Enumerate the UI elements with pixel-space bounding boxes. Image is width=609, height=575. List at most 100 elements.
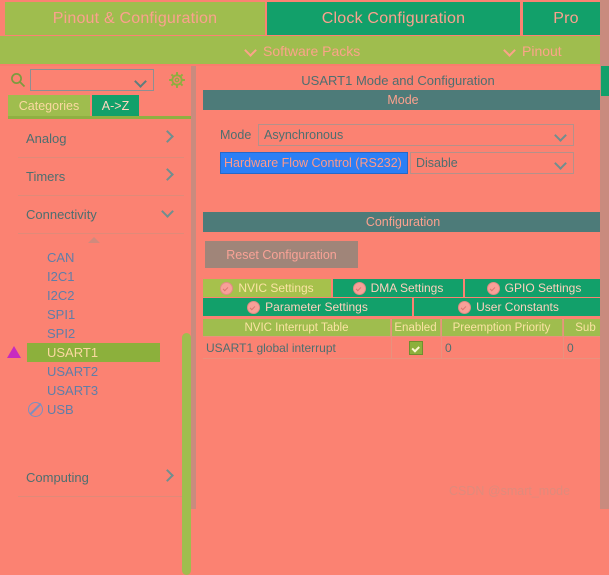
sidebar-divider[interactable] [191,66,196,509]
chevron-down-icon[interactable] [556,130,567,141]
column-label: Enabled [394,321,437,334]
peripheral-label: USART1 [47,345,99,360]
enabled-checkbox[interactable] [409,341,423,355]
cubemx-window: Pinout & Configuration Clock Configurati… [0,0,609,575]
tab-clock-configuration[interactable]: Clock Configuration [267,2,520,35]
check-circle-icon [220,281,234,295]
list-item[interactable]: USART3 [0,381,196,400]
table-row[interactable]: USART1 global interrupt [206,339,391,357]
sidebar-group-connectivity[interactable]: Connectivity [18,196,184,234]
nvic-table: NVIC Interrupt Table Enabled Preemption … [198,319,609,364]
sidebar-scrollbar[interactable] [182,333,191,575]
section-header-configuration: Configuration [203,212,603,232]
warning-triangle-icon [7,346,21,358]
category-tab-row: Categories A->Z [0,95,196,117]
sidebar-item-usart1[interactable]: USART1 [7,343,160,362]
tab-label: User Constants [476,300,559,314]
check-circle-icon [247,300,261,314]
list-item[interactable]: I2C1 [0,267,196,286]
peripheral-label: CAN [47,250,75,265]
table-header-interrupt[interactable]: NVIC Interrupt Table [203,319,391,336]
tab-label: Clock Configuration [321,9,466,27]
tab-label: DMA Settings [370,281,444,295]
category-tab-underline [8,116,196,119]
chevron-down-icon[interactable] [556,158,567,169]
gear-icon[interactable] [168,71,186,89]
section-label: Mode [387,93,419,107]
config-tab-row-1: NVIC Settings DMA Settings GPIO Settings [203,279,603,297]
sidebar-group-timers[interactable]: Timers [18,158,184,196]
list-item[interactable]: SPI2 [0,324,196,343]
watermark: CSDN @smart_mode [449,484,571,498]
tab-gpio-settings[interactable]: GPIO Settings [465,279,603,297]
sub-priority-value[interactable]: 0 [567,339,574,357]
check-circle-icon [458,300,472,314]
tab-label: NVIC Settings [238,281,314,295]
list-item[interactable]: CAN [0,248,196,267]
section-header-mode: Mode [203,90,603,110]
scroll-up-indicator[interactable] [0,234,196,248]
chevron-right-icon [162,131,174,143]
check-circle-icon [486,281,500,295]
menu-software-packs[interactable]: Software Packs [246,36,360,65]
group-label: Connectivity [26,207,97,222]
interrupt-name: USART1 global interrupt [206,341,336,355]
list-item[interactable]: USART2 [0,362,196,381]
flow-control-label[interactable]: Hardware Flow Control (RS232) [220,152,408,174]
search-combobox[interactable] [30,69,154,91]
mode-value: Asynchronous [264,128,344,142]
tab-a-to-z[interactable]: A->Z [92,95,139,117]
sidebar-group-analog[interactable]: Analog [18,120,184,158]
tab-categories[interactable]: Categories [8,95,90,117]
tab-label: Categories [18,99,80,113]
list-item[interactable]: I2C2 [0,286,196,305]
preemption-priority-value[interactable]: 0 [445,339,452,357]
not-allowed-icon [28,402,43,417]
column-label: Sub [575,321,596,334]
search-row [0,66,196,94]
group-label: Computing [26,470,89,485]
chevron-down-icon [505,45,516,56]
chevron-down-icon [162,207,174,219]
peripheral-label: USART2 [47,364,99,379]
sidebar: Categories A->Z Analog Timers Connectivi… [0,66,196,575]
tab-project-manager[interactable]: Pro [523,2,609,35]
sidebar-group-computing[interactable]: Computing [18,459,184,497]
flow-control-select[interactable]: Disable [410,152,574,174]
peripheral-label: SPI1 [47,307,76,322]
tab-label: GPIO Settings [504,281,582,295]
chevron-right-icon [162,169,174,181]
sub-menu-bar: Software Packs Pinout [0,36,609,65]
mode-select[interactable]: Asynchronous [258,124,574,146]
peripheral-tree: Analog Timers Connectivity CAN I2C1 I2C2… [0,120,196,509]
tab-dma-settings[interactable]: DMA Settings [333,279,463,297]
search-input[interactable] [35,73,139,91]
menu-pinout[interactable]: Pinout [505,36,562,65]
button-label: Reset Configuration [226,247,337,262]
flow-control-value: Disable [416,156,458,170]
group-label: Timers [26,169,66,184]
search-icon [11,73,26,88]
right-edge-accent [601,66,609,96]
peripheral-label: USB [47,402,74,417]
tab-label: Parameter Settings [265,300,368,314]
section-label: Configuration [365,215,441,229]
page-title: USART1 Mode and Configuration [301,72,495,88]
chevron-down-icon[interactable] [136,76,147,87]
sidebar-scrollbar-thumb[interactable] [182,333,191,575]
tab-label: Pinout & Configuration [52,9,218,27]
column-label: Preemption Priority [452,321,551,334]
reset-configuration-button[interactable]: Reset Configuration [205,241,358,268]
peripheral-label: I2C1 [47,269,75,284]
tab-nvic-settings[interactable]: NVIC Settings [203,279,331,297]
menu-label: Software Packs [263,42,361,59]
list-item[interactable]: SPI1 [0,305,196,324]
tab-pinout-configuration[interactable]: Pinout & Configuration [5,2,265,35]
table-header-enabled[interactable]: Enabled [391,319,441,336]
tab-user-constants[interactable]: User Constants [414,298,603,316]
table-header-preemption[interactable]: Preemption Priority [441,319,563,336]
sidebar-item-usb[interactable]: USB [0,400,196,419]
tab-label: A->Z [101,99,130,113]
config-tab-row-2: Parameter Settings User Constants [203,298,603,316]
tab-parameter-settings[interactable]: Parameter Settings [203,298,412,316]
